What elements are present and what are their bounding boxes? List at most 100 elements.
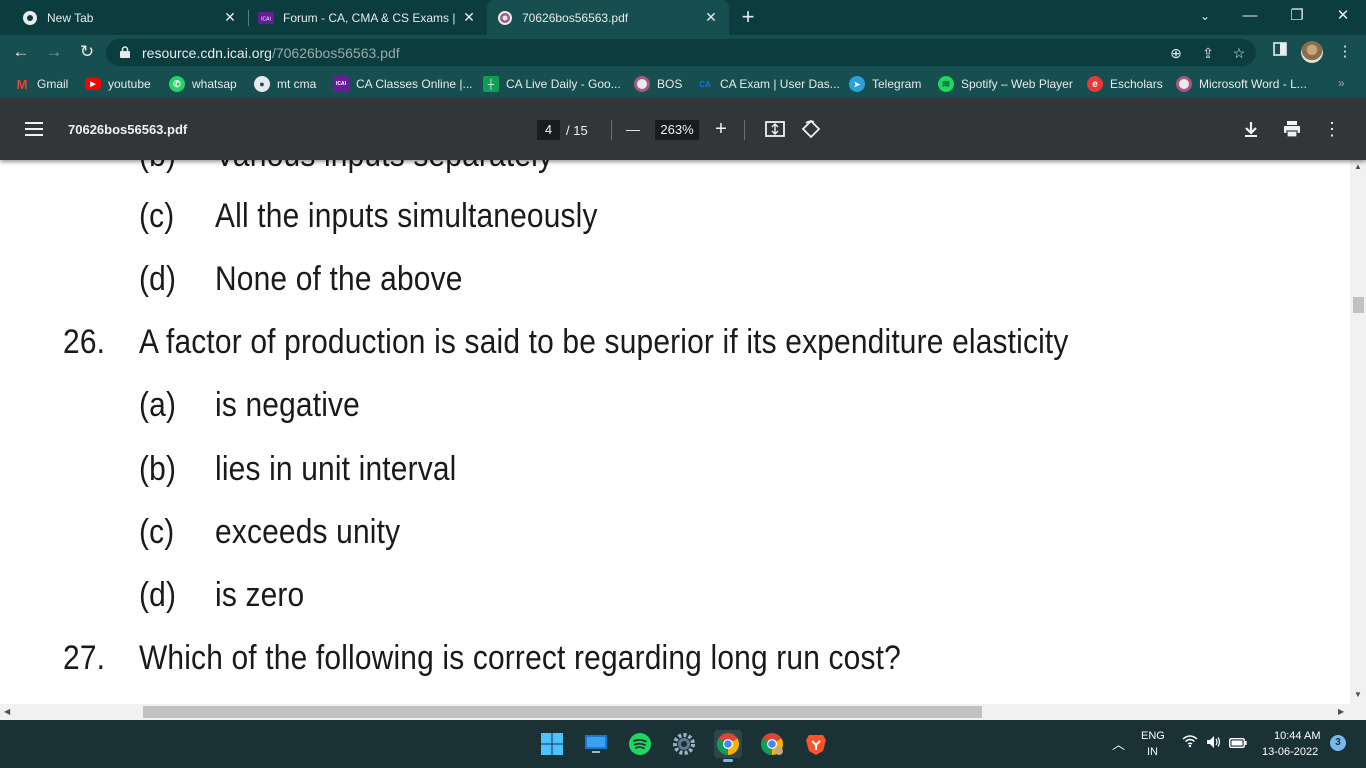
youtube-icon: ▶ (85, 78, 101, 90)
question-text: Which of the following is correct regard… (139, 639, 901, 677)
svg-text:ICAI: ICAI (261, 16, 271, 22)
tab-new-tab[interactable]: New Tab ✕ (8, 0, 248, 35)
language-code[interactable]: ENG (1141, 730, 1165, 742)
bookmark-ca-exam[interactable]: CA CA Exam | User Das... (697, 75, 840, 93)
desktop-icon[interactable] (582, 730, 610, 758)
spotify-icon[interactable] (626, 730, 654, 758)
tab-pdf-active[interactable]: 70626bos56563.pdf ✕ (487, 0, 729, 35)
bookmark-label: Spotify – Web Player (961, 77, 1073, 91)
scroll-left-arrow-icon[interactable]: ◀ (4, 707, 10, 716)
option-text: All the inputs simultaneously (215, 197, 598, 235)
show-hidden-icons-icon[interactable]: ︿ (1112, 734, 1125, 753)
bookmark-ca-classes[interactable]: ICAI CA Classes Online |... (333, 75, 473, 93)
sheets-icon: ┼ (483, 76, 499, 92)
rotate-icon[interactable] (801, 119, 821, 139)
zoom-out-button[interactable]: — (624, 119, 642, 139)
tab-separator (248, 10, 249, 26)
bookmark-ca-live-daily[interactable]: ┼ CA Live Daily - Goo... (483, 75, 621, 93)
clock-time[interactable]: 10:44 AM (1274, 730, 1320, 742)
close-window-button[interactable]: ✕ (1331, 5, 1355, 27)
bookmark-mt-cma[interactable]: ● mt cma (254, 75, 316, 93)
bookmark-microsoft-word[interactable]: Microsoft Word - L... (1176, 75, 1307, 93)
tab-search-icon[interactable]: ⌄ (1193, 5, 1217, 27)
bookmark-youtube[interactable]: ▶ youtube (85, 75, 151, 93)
tab-forum[interactable]: ICAI Forum - CA, CMA & CS Exams | I ✕ (250, 0, 487, 35)
zoom-level-input[interactable]: 263% (655, 120, 699, 140)
back-button[interactable]: ← (9, 41, 33, 63)
browser-toolbar: ← → ↻ resource.cdn.icai.org/70626bos5656… (0, 35, 1366, 70)
taskbar: ︿ ENG IN 10:44 AM 13-06-2022 (0, 720, 1366, 768)
tab-title: Forum - CA, CMA & CS Exams | I (283, 10, 458, 25)
tab-close-icon[interactable]: ✕ (703, 9, 719, 25)
question-number: 27. (63, 639, 106, 677)
bookmark-star-icon[interactable]: ☆ (1230, 44, 1248, 62)
minimize-button[interactable]: — (1238, 5, 1262, 27)
menu-icon[interactable] (25, 122, 43, 136)
share-icon[interactable]: ⇪ (1199, 44, 1217, 62)
page-total: / 15 (566, 123, 588, 138)
bookmark-whatsapp[interactable]: ✆ whatsap (169, 75, 237, 93)
forward-button[interactable]: → (42, 41, 66, 63)
side-panel-icon[interactable] (1270, 42, 1290, 62)
download-icon[interactable] (1241, 119, 1261, 139)
profile-avatar[interactable] (1301, 41, 1323, 63)
pdf-page: (b) Various inputs separately (c) All th… (0, 160, 1350, 704)
bookmark-spotify[interactable]: ≋ Spotify – Web Player (938, 75, 1073, 93)
chrome-profile-icon[interactable] (758, 730, 786, 758)
bookmark-gmail[interactable]: M Gmail (14, 75, 69, 93)
toolbar-divider (611, 120, 612, 140)
scroll-right-arrow-icon[interactable]: ▶ (1338, 707, 1344, 716)
escholars-icon: e (1087, 76, 1103, 92)
clock-date[interactable]: 13-06-2022 (1262, 746, 1318, 758)
zoom-in-button[interactable]: + (712, 119, 730, 139)
notification-badge[interactable]: 3 (1330, 735, 1346, 751)
scroll-down-arrow-icon[interactable]: ▼ (1354, 690, 1362, 699)
windows-start-icon[interactable] (538, 730, 566, 758)
bookmarks-bar: M Gmail ▶ youtube ✆ whatsap ● mt cma ICA… (0, 70, 1366, 98)
vertical-scroll-thumb[interactable] (1353, 297, 1364, 313)
print-icon[interactable] (1282, 119, 1302, 139)
more-options-icon[interactable]: ⋮ (1322, 119, 1342, 139)
lock-icon[interactable] (120, 46, 130, 58)
icai-logo-icon (1176, 76, 1192, 92)
fit-to-page-icon[interactable] (765, 119, 785, 139)
chrome-icon[interactable] (714, 730, 742, 762)
address-bar[interactable]: resource.cdn.icai.org/70626bos56563.pdf … (106, 39, 1256, 66)
restore-button[interactable]: ❐ (1285, 5, 1309, 27)
bookmark-label: Escholars (1110, 77, 1163, 91)
bookmark-label: Telegram (872, 77, 922, 91)
bookmark-label: BOS (657, 77, 683, 91)
tab-close-icon[interactable]: ✕ (461, 9, 477, 25)
bookmark-label: CA Classes Online |... (356, 77, 473, 91)
region-code[interactable]: IN (1147, 746, 1158, 758)
bookmark-escholars[interactable]: e Escholars (1087, 75, 1163, 93)
bookmark-label: whatsap (192, 77, 237, 91)
more-bookmarks-button[interactable]: » (1338, 76, 1345, 90)
page-number-input[interactable]: 4 (537, 120, 560, 140)
bookmark-bos[interactable]: BOS (634, 75, 682, 93)
battery-icon[interactable] (1228, 737, 1247, 751)
icai-logo-icon (497, 10, 513, 26)
brave-icon[interactable] (802, 730, 830, 758)
reload-button[interactable]: ↻ (75, 41, 99, 63)
bookmark-label: youtube (108, 77, 151, 91)
wifi-icon[interactable] (1182, 734, 1198, 751)
browser-menu-icon[interactable]: ⋮ (1335, 42, 1355, 62)
vertical-scrollbar[interactable]: ▲ ▼ (1350, 160, 1366, 704)
horizontal-scrollbar[interactable]: ◀ ▶ (0, 704, 1366, 720)
volume-icon[interactable] (1206, 735, 1222, 752)
zoom-icon[interactable]: ⊕ (1167, 44, 1185, 62)
new-tab-button[interactable]: + (738, 6, 758, 28)
question-number: 26. (63, 323, 106, 361)
url-text[interactable]: resource.cdn.icai.org/70626bos56563.pdf (142, 45, 400, 61)
settings-icon[interactable] (670, 730, 698, 758)
option-label: (c) (139, 513, 175, 551)
tab-strip: New Tab ✕ ICAI Forum - CA, CMA & CS Exam… (0, 0, 1366, 35)
horizontal-scroll-thumb[interactable] (143, 706, 982, 718)
whatsapp-icon: ✆ (169, 76, 185, 92)
tab-title: New Tab (47, 10, 94, 25)
tab-close-icon[interactable]: ✕ (222, 9, 238, 25)
scroll-up-arrow-icon[interactable]: ▲ (1354, 162, 1362, 171)
option-text: Various inputs separately (215, 160, 553, 175)
bookmark-telegram[interactable]: ➤ Telegram (849, 75, 921, 93)
